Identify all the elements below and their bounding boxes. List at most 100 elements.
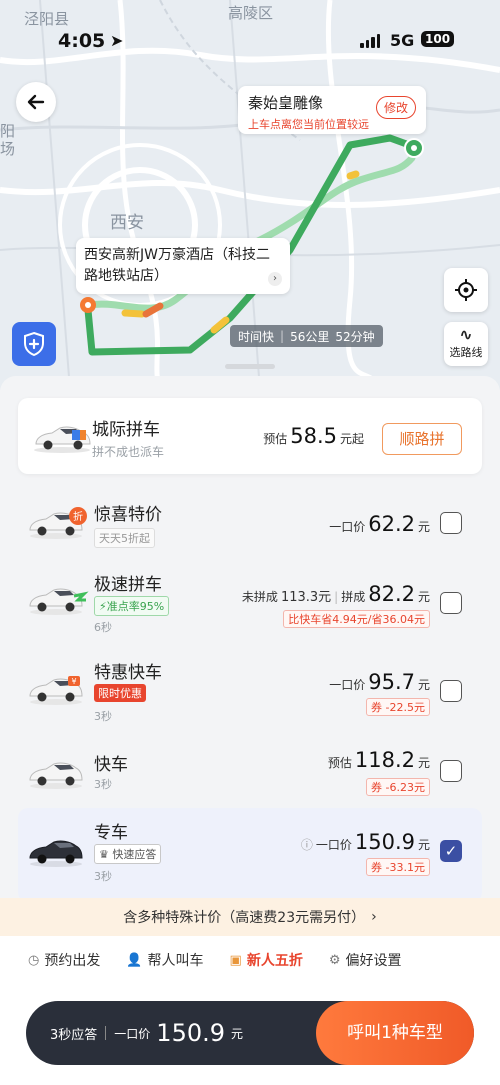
option-preferences[interactable]: ⚙ 偏好设置 <box>329 950 402 970</box>
origin-name: 西安高新JW万豪酒店（科技二路地铁站店） <box>84 247 270 284</box>
info-icon[interactable]: ⓘ <box>301 836 313 853</box>
option-name: 极速拼车 <box>94 575 162 595</box>
price-line: 一口价 95.7 元 <box>329 670 430 694</box>
option-newcomer-discount[interactable]: ▣ 新人五折 <box>230 950 303 970</box>
select-checkbox[interactable] <box>440 680 462 702</box>
price-unit: 元 <box>417 590 430 604</box>
select-checkbox[interactable] <box>440 512 462 534</box>
select-checkbox[interactable] <box>440 760 462 782</box>
car-icon: 折 <box>29 507 87 539</box>
origin-card[interactable]: 西安高新JW万豪酒店（科技二路地铁站店） › <box>76 238 290 294</box>
status-bar: 4:05 ➤ 5G 100 <box>0 0 500 80</box>
chevron-right-icon: › <box>371 909 377 925</box>
price-line: 未拼成 113.3元 | 拼成 82.2 元 <box>241 582 430 606</box>
special-pricing-text: 含多种特殊计价（高速费23元需另付） <box>123 910 366 926</box>
car-option-row[interactable]: 折 惊喜特价 天天5折起 一口价 62.2 元 <box>20 494 482 554</box>
special-pricing-banner[interactable]: 含多种特殊计价（高速费23元需另付） › <box>0 898 500 936</box>
option-tag: ⚡准点率95% <box>94 596 170 616</box>
option-name: 快车 <box>94 755 128 775</box>
price-line: 预估 118.2 元 <box>328 748 430 772</box>
price-value: 95.7 <box>368 670 415 694</box>
price-label: 一口价 <box>114 1026 151 1041</box>
map-label: 西安 <box>110 213 144 233</box>
price-alt: 113.3元 <box>280 590 332 605</box>
battery-indicator: 100 <box>421 31 455 47</box>
selected-checkbox[interactable]: ✓ <box>440 840 462 862</box>
location-arrow-icon: ➤ <box>110 31 124 50</box>
car-icon <box>29 588 89 615</box>
price-unit: 元 <box>417 678 430 692</box>
savings-badge: 比快车省4.94元/省36.04元 <box>283 610 430 628</box>
option-label: 帮人叫车 <box>147 953 204 969</box>
svg-text:¥: ¥ <box>71 677 76 686</box>
wait-time: 3秒 <box>94 778 112 791</box>
choose-route-button[interactable]: ∿ 选路线 <box>444 322 488 366</box>
select-checkbox[interactable] <box>440 592 462 614</box>
sheet-drag-handle[interactable] <box>225 364 275 369</box>
choose-route-label: 选路线 <box>449 346 483 359</box>
route-switch-icon: ∿ <box>459 325 473 344</box>
price-value: 82.2 <box>368 582 415 606</box>
back-arrow-icon <box>27 94 45 110</box>
coupon-badge: 券 -33.1元 <box>366 858 430 876</box>
wait-time: 3秒 <box>94 870 112 883</box>
price-label: 未拼成 <box>241 590 278 604</box>
option-name: 专车 <box>94 823 128 843</box>
price-label: 预估 <box>263 432 288 446</box>
shunlu-carpool-button[interactable]: 顺路拼 <box>382 423 462 455</box>
signal-icon <box>360 34 380 48</box>
total-price: 150.9 <box>156 1019 226 1047</box>
intercity-carpool-card[interactable]: 城际拼车 拼不成也派车 预估 58.5 元起 顺路拼 <box>18 398 482 474</box>
response-time: 3秒应答 <box>50 1027 98 1043</box>
call-bar: 3秒应答 一口价 150.9 元 呼叫1种车型 <box>26 1001 474 1065</box>
price-unit: 元 <box>231 1026 244 1041</box>
price-value: 150.9 <box>354 830 415 854</box>
option-tag: 天天5折起 <box>94 528 155 548</box>
car-icon <box>34 426 91 453</box>
option-name: 特惠快车 <box>94 663 162 683</box>
call-car-button[interactable]: 呼叫1种车型 <box>316 1001 474 1065</box>
modify-button[interactable]: 修改 <box>375 96 416 119</box>
price-label: 一口价 <box>329 520 366 534</box>
back-button[interactable] <box>16 82 56 122</box>
option-tag: ♛ 快速应答 <box>94 844 162 864</box>
price-line: ⓘ 一口价 150.9 元 <box>301 830 430 854</box>
option-name: 惊喜特价 <box>94 505 162 525</box>
destination-card[interactable]: 秦始皇雕像 上车点离您当前位置较远 修改 <box>238 86 426 134</box>
coupon-badge: 券 -22.5元 <box>366 698 430 716</box>
car-option-row[interactable]: 专车 ♛ 快速应答 3秒 ⓘ 一口价 150.9 元 券 -33.1元 ✓ <box>20 812 482 888</box>
option-name: 城际拼车 <box>92 420 160 440</box>
car-option-row[interactable]: 极速拼车 ⚡准点率95% 6秒 未拼成 113.3元 | 拼成 82.2 元 比… <box>20 564 482 640</box>
option-label: 预约出发 <box>44 953 101 969</box>
price-value: 62.2 <box>368 512 415 536</box>
car-icon <box>29 840 83 867</box>
option-call-for-others[interactable]: 👤 帮人叫车 <box>126 950 203 970</box>
status-time: 4:05 <box>58 30 106 52</box>
clock-icon: ◷ <box>28 952 40 968</box>
map-view[interactable]: 泾阳县 高陵区 西安 阳 场 4:05 ➤ 5G 100 秦始皇雕像 上车点离您… <box>0 0 500 390</box>
price-unit: 元 <box>417 838 430 852</box>
locate-button[interactable] <box>444 268 488 312</box>
car-option-row[interactable]: ¥ 特惠快车 限时优惠 3秒 一口价 95.7 元 券 -22.5元 <box>20 652 482 728</box>
route-distance: 56公里 <box>290 329 330 344</box>
wait-time: 3秒 <box>94 710 112 723</box>
safety-shield-button[interactable] <box>12 322 56 366</box>
price-unit: 元起 <box>339 432 364 446</box>
price-label: 一口价 <box>315 838 352 852</box>
option-label: 新人五折 <box>246 953 303 969</box>
car-option-row[interactable]: 快车 3秒 预估 118.2 元 券 -6.23元 <box>20 740 482 800</box>
call-summary: 3秒应答 一口价 150.9 元 <box>50 1001 243 1065</box>
svg-text:折: 折 <box>73 510 83 523</box>
option-reserve[interactable]: ◷ 预约出发 <box>28 950 100 970</box>
price-label: 一口价 <box>329 678 366 692</box>
coupon-badge: 券 -6.23元 <box>366 778 430 796</box>
price-line: 预估 58.5 元起 <box>263 424 364 448</box>
route-tag: 时间快 <box>238 329 275 344</box>
price-unit: 元 <box>417 756 430 770</box>
car-icon <box>29 762 83 789</box>
price-value: 58.5 <box>290 424 337 448</box>
option-tag: 限时优惠 <box>94 684 146 702</box>
option-label: 偏好设置 <box>345 953 402 969</box>
route-duration: 52分钟 <box>335 329 375 344</box>
price-label: 拼成 <box>341 590 366 604</box>
